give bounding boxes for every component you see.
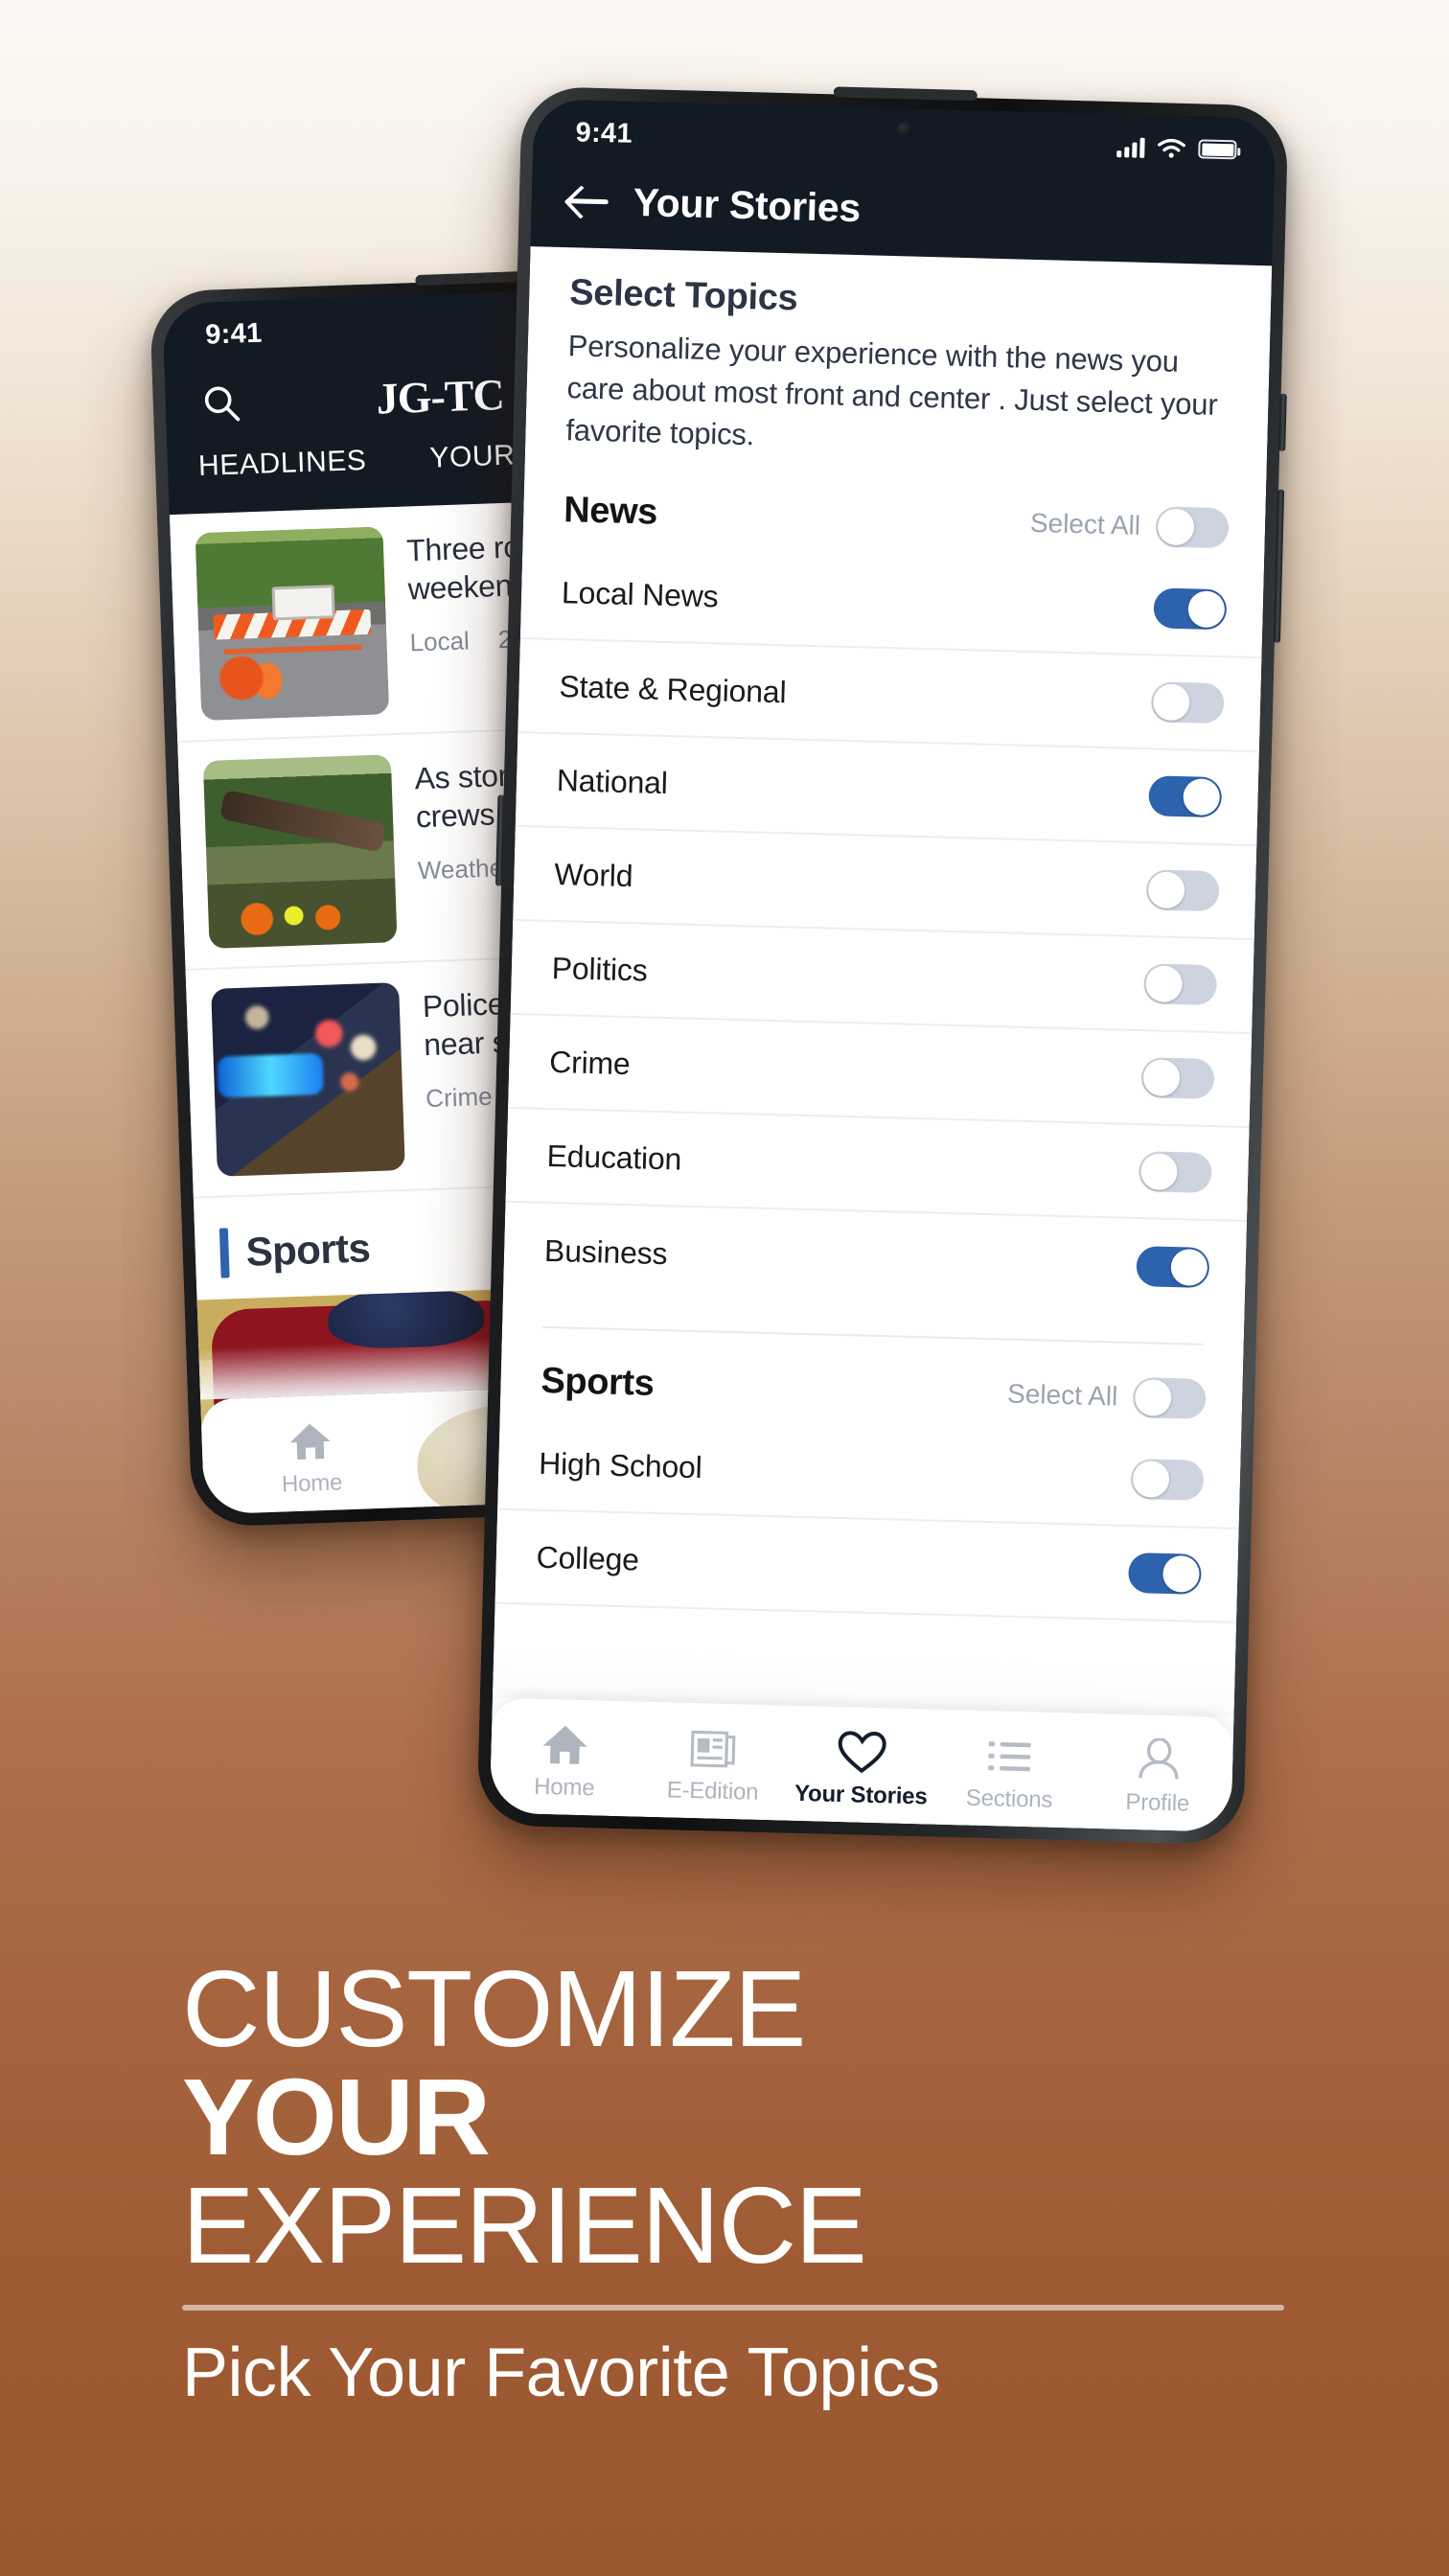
topic-label: High School [538, 1445, 703, 1484]
heart-icon [837, 1729, 887, 1776]
topic-toggle-crime[interactable] [1140, 1057, 1215, 1100]
select-all-toggle-sports[interactable] [1132, 1376, 1207, 1419]
front-bottom-nav[interactable]: Home E-Edition Your Stories Sections Pro… [489, 1697, 1234, 1832]
toggle-knob [1183, 778, 1221, 816]
section-title: News [563, 490, 658, 533]
arrow-left-icon[interactable] [567, 184, 610, 218]
topic-label: State & Regional [559, 668, 787, 709]
nav-item-e-edition[interactable]: E-Edition [638, 1715, 789, 1806]
topic-label: Business [543, 1232, 668, 1271]
select-all-label: Select All [1006, 1378, 1118, 1412]
nav-label: Home [533, 1773, 595, 1801]
topic-toggle-state-regional[interactable] [1150, 681, 1225, 724]
topic-toggle-world[interactable] [1145, 869, 1220, 912]
storm-cleanup-photo [202, 754, 398, 949]
toggle-knob [1147, 871, 1185, 909]
volume-up-button[interactable] [1278, 393, 1287, 451]
nav-label: Profile [1125, 1788, 1190, 1817]
topic-toggle-education[interactable] [1138, 1151, 1212, 1194]
toggle-knob [1170, 1249, 1208, 1287]
topics-scroll-area[interactable]: Select Topics Personalize your experienc… [489, 246, 1273, 1832]
promo-line-3: EXPERIENCE [182, 2165, 867, 2286]
volume-down-button[interactable] [1273, 489, 1285, 643]
topic-toggle-high-school[interactable] [1130, 1459, 1205, 1501]
toggle-knob [1145, 965, 1184, 1003]
tab-your-stories[interactable]: YOUR [429, 440, 516, 475]
topic-label: College [536, 1539, 640, 1577]
nav-label: Your Stories [794, 1780, 928, 1810]
nav-item-home[interactable]: Home [490, 1712, 640, 1803]
section-accent-bar [218, 1228, 230, 1278]
home-icon [540, 1720, 589, 1767]
topic-label: National [556, 762, 669, 800]
intro-block: Select Topics Personalize your experienc… [525, 246, 1272, 475]
topic-toggle-business[interactable] [1136, 1246, 1210, 1289]
person-icon [1134, 1736, 1183, 1783]
status-time: 9:41 [575, 116, 633, 150]
toggle-knob [1132, 1460, 1170, 1499]
nav-item-sections[interactable]: Sections [934, 1723, 1085, 1814]
police-lights-photo [211, 982, 405, 1177]
topic-toggle-college[interactable] [1127, 1552, 1203, 1595]
nav-label: Home [281, 1468, 343, 1498]
status-icons [1116, 136, 1237, 160]
toggle-knob [1139, 1153, 1178, 1191]
nav-item-your-stories[interactable]: Your Stories [787, 1719, 937, 1810]
newspaper-icon [689, 1725, 738, 1772]
promo-divider [182, 2305, 1284, 2311]
nav-label: E-Edition [666, 1776, 759, 1806]
toggle-knob [1162, 1554, 1200, 1593]
promo-line-2: YOUR [182, 2057, 491, 2177]
search-icon[interactable] [199, 381, 243, 426]
section-title: Sports [244, 1225, 371, 1275]
tab-headlines[interactable]: HEADLINES [198, 445, 368, 483]
phone-speaker [833, 86, 978, 102]
select-all-toggle-news[interactable] [1155, 505, 1230, 548]
wifi-icon [1158, 138, 1185, 158]
intro-description: Personalize your experience with the new… [565, 329, 1218, 452]
topic-toggle-local-news[interactable] [1153, 587, 1228, 631]
topic-toggle-politics[interactable] [1143, 963, 1218, 1006]
front-phone-screen: 9:41 Your Stories Select Topics Personal… [489, 99, 1276, 1832]
signal-bars-icon [1116, 136, 1145, 158]
toggle-knob [1187, 590, 1226, 629]
status-time: 9:41 [204, 317, 264, 351]
nav-label: Sections [965, 1784, 1053, 1813]
topic-row[interactable]: Business [503, 1203, 1247, 1316]
article-category: Local [409, 625, 471, 657]
helmet-navy [327, 1284, 486, 1351]
page-title: Your Stories [632, 179, 862, 230]
publication-logo: JG-TC [375, 369, 505, 423]
promo-subtitle: Pick Your Favorite Topics [182, 2334, 940, 2411]
topic-label: Politics [551, 950, 649, 988]
toggle-knob [1152, 683, 1190, 722]
nav-item-home[interactable]: Home [201, 1406, 422, 1501]
front-phone-mockup: 9:41 Your Stories Select Topics Personal… [476, 85, 1289, 1846]
promo-line-1: CUSTOMIZE [182, 1948, 806, 2069]
list-icon [986, 1733, 1035, 1780]
topic-row[interactable]: College [494, 1509, 1239, 1623]
topic-label: Crime [548, 1044, 632, 1081]
topic-label: Education [546, 1138, 682, 1177]
toggle-knob [1142, 1059, 1181, 1097]
topic-toggle-national[interactable] [1148, 775, 1223, 818]
home-icon [288, 1416, 334, 1464]
topic-label: Local News [561, 574, 719, 613]
toggle-knob [1157, 507, 1195, 545]
toggle-knob [1134, 1378, 1172, 1416]
select-all-label: Select All [1029, 507, 1141, 540]
promo-block: CUSTOMIZE YOUR EXPERIENCE Pick Your Favo… [182, 1955, 1313, 2412]
intro-heading: Select Topics [568, 272, 799, 319]
topic-label: World [553, 856, 633, 893]
nav-item-profile[interactable]: Profile [1083, 1727, 1233, 1818]
power-button[interactable] [495, 794, 505, 886]
select-all-group[interactable]: Select All [1006, 1373, 1207, 1419]
select-all-group[interactable]: Select All [1029, 502, 1230, 548]
road-closed-photo [195, 526, 390, 722]
battery-icon [1198, 139, 1237, 160]
section-title: Sports [540, 1360, 655, 1404]
